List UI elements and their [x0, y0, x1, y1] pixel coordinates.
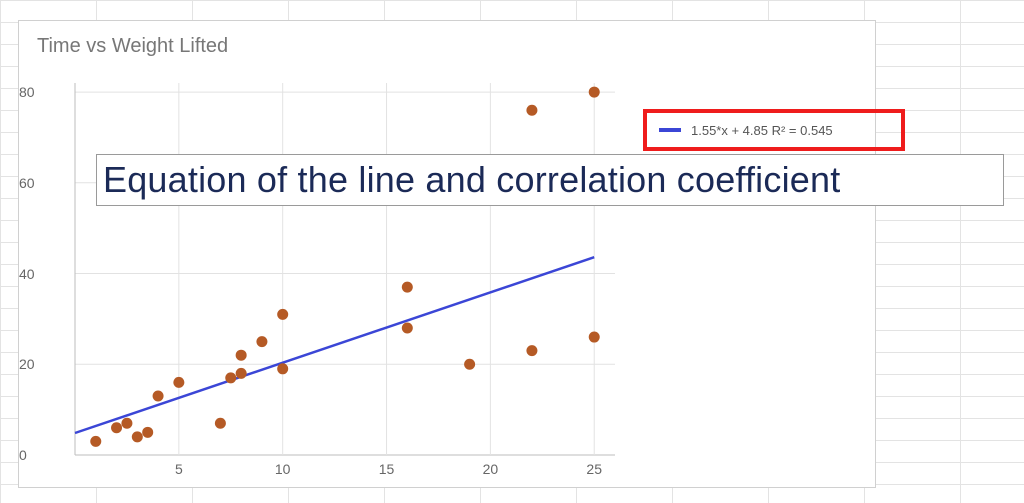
- data-point: [589, 332, 600, 343]
- data-point: [215, 418, 226, 429]
- data-point: [153, 391, 164, 402]
- data-point: [526, 105, 537, 116]
- data-point: [225, 372, 236, 383]
- data-point: [121, 418, 132, 429]
- chart-card[interactable]: Time vs Weight Lifted 020406080 51015202…: [18, 20, 876, 488]
- data-point: [402, 282, 413, 293]
- data-point: [464, 359, 475, 370]
- y-tick-label: 80: [19, 84, 321, 100]
- y-tick-label: 40: [19, 266, 321, 282]
- x-tick-label: 20: [483, 461, 499, 477]
- x-tick-label: 5: [175, 461, 183, 477]
- trendline-equation-text: 1.55*x + 4.85 R² = 0.545: [691, 123, 833, 138]
- data-point: [277, 309, 288, 320]
- legend-swatch-icon: [659, 128, 681, 132]
- data-point: [256, 336, 267, 347]
- y-tick-label: 20: [19, 356, 321, 372]
- x-tick-label: 15: [379, 461, 395, 477]
- trendline-equation-box: 1.55*x + 4.85 R² = 0.545: [643, 109, 905, 151]
- chart-title: Time vs Weight Lifted: [37, 35, 228, 58]
- data-point: [111, 422, 122, 433]
- annotation-text: Equation of the line and correlation coe…: [103, 159, 840, 201]
- data-point: [589, 87, 600, 98]
- x-tick-label: 10: [275, 461, 291, 477]
- data-point: [132, 431, 143, 442]
- annotation-label: Equation of the line and correlation coe…: [96, 154, 1004, 206]
- data-point: [173, 377, 184, 388]
- x-tick-label: 25: [586, 461, 602, 477]
- data-point: [142, 427, 153, 438]
- data-point: [526, 345, 537, 356]
- data-point: [90, 436, 101, 447]
- data-point: [402, 322, 413, 333]
